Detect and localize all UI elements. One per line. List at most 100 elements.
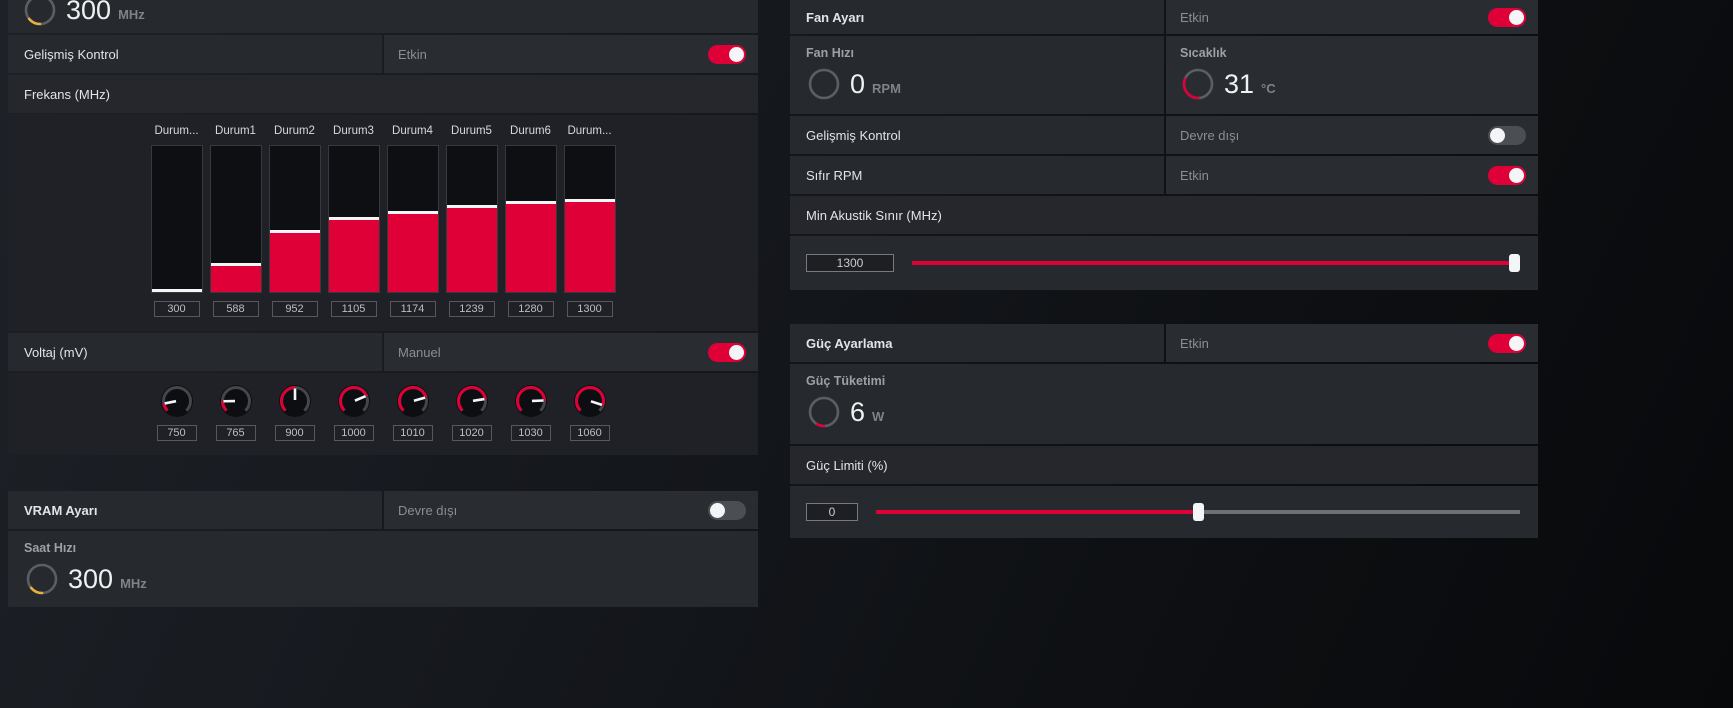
freq-bar-fill[interactable]	[210, 263, 261, 292]
voltage-knob[interactable]	[513, 383, 549, 419]
gpu-tuning-page: 300 MHz Gelişmiş Kontrol Etkin Frekans (…	[0, 0, 1733, 708]
voltage-knob[interactable]	[336, 383, 372, 419]
voltage-knob-column: 765	[210, 383, 262, 441]
power-limit-slider-handle[interactable]	[1192, 503, 1204, 521]
slider-fill	[876, 510, 1196, 514]
power-limit-value-input[interactable]: 0	[806, 503, 858, 521]
power-tuning-status: Etkin	[1180, 335, 1209, 351]
voltage-value-box[interactable]: 1010	[392, 425, 433, 441]
fan-advanced-control-status: Devre dışı	[1180, 127, 1240, 143]
clock-gauge-icon	[22, 0, 58, 28]
voltage-knob[interactable]	[218, 383, 254, 419]
freq-bar-fill[interactable]	[564, 199, 615, 292]
min-acoustic-slider-handle[interactable]	[1509, 254, 1520, 272]
fan-tuning-toggle[interactable]	[1488, 7, 1526, 27]
voltage-knobs: 750 765 900 1000 1010 1020 1030 1060	[8, 383, 758, 441]
vram-clock-label: Saat Hızı	[24, 541, 77, 555]
voltage-toggle[interactable]	[708, 342, 746, 362]
freq-value-box[interactable]: 1105	[330, 301, 377, 317]
voltage-knob[interactable]	[277, 383, 313, 419]
freq-bar[interactable]	[327, 145, 380, 293]
freq-value-box[interactable]: 300	[153, 301, 200, 317]
freq-value-box[interactable]: 1239	[448, 301, 495, 317]
min-acoustic-slider-row: 1300	[790, 236, 1538, 290]
freq-bar[interactable]	[563, 145, 616, 293]
voltage-value-box[interactable]: 1000	[333, 425, 374, 441]
top-clock-gauge: 300 MHz	[8, 0, 758, 33]
power-draw-unit: W	[872, 408, 885, 424]
voltage-value-box[interactable]: 765	[215, 425, 256, 441]
voltage-value-box[interactable]: 900	[274, 425, 315, 441]
toggle-knob	[710, 502, 725, 518]
vram-status-cell: Devre dışı	[384, 491, 758, 529]
voltage-value-box[interactable]: 1030	[510, 425, 551, 441]
voltage-value-box[interactable]: 1060	[569, 425, 610, 441]
min-acoustic-value-input[interactable]: 1300	[806, 254, 894, 272]
freq-bar[interactable]	[386, 145, 439, 293]
freq-value-box[interactable]: 1280	[507, 301, 554, 317]
zero-rpm-toggle[interactable]	[1488, 165, 1526, 185]
freq-state-name: Durum...	[567, 125, 612, 137]
freq-value-box[interactable]: 1174	[389, 301, 436, 317]
toggle-knob	[1490, 127, 1505, 143]
voltage-knob[interactable]	[395, 383, 431, 419]
freq-bar-fill[interactable]	[387, 211, 438, 292]
freq-bar[interactable]	[504, 145, 557, 293]
freq-bar[interactable]	[445, 145, 498, 293]
frequency-chart: Durum... 300 Durum1 588 Durum2 952 Durum…	[8, 115, 758, 331]
power-draw-label: Güç Tüketimi	[806, 374, 886, 388]
top-clock-value: 300	[66, 0, 112, 25]
vram-toggle[interactable]	[708, 500, 746, 520]
row-vram: VRAM Ayarı Devre dışı	[8, 491, 758, 529]
freq-bar-fill[interactable]	[151, 289, 202, 292]
gpu-advanced-control-toggle[interactable]	[708, 44, 746, 64]
toggle-knob	[729, 344, 744, 360]
temperature-value: 31	[1224, 68, 1255, 99]
freq-state-name: Durum3	[333, 125, 374, 137]
freq-value-box[interactable]: 1300	[566, 301, 613, 317]
freq-state-column: Durum1 588	[209, 125, 262, 317]
voltage-value-box[interactable]: 1020	[451, 425, 492, 441]
voltage-label-cell: Voltaj (mV)	[8, 333, 382, 371]
power-draw-gauge-icon	[806, 394, 842, 430]
voltage-knob[interactable]	[454, 383, 490, 419]
fan-advanced-control-toggle[interactable]	[1488, 125, 1526, 145]
min-acoustic-slider[interactable]	[912, 254, 1520, 272]
fan-power-column: Fan Ayarı Etkin Fan Hızı 0 RPM Sıcaklık	[790, 0, 1538, 540]
fan-speed-unit: RPM	[872, 80, 901, 96]
voltage-knob-column: 1030	[505, 383, 557, 441]
freq-bar-fill[interactable]	[269, 230, 320, 292]
freq-bar-fill[interactable]	[505, 201, 556, 292]
freq-bar[interactable]	[150, 145, 203, 293]
voltage-knob[interactable]	[159, 383, 195, 419]
freq-bar-fill[interactable]	[446, 205, 497, 292]
freq-bar[interactable]	[209, 145, 262, 293]
power-draw-value: 6	[850, 396, 866, 427]
freq-value-box[interactable]: 588	[212, 301, 259, 317]
frequency-bars: Durum... 300 Durum1 588 Durum2 952 Durum…	[8, 125, 758, 317]
voltage-knob-column: 1020	[446, 383, 498, 441]
power-draw-gauge: 6 W	[806, 394, 1522, 430]
fan-advanced-control-status-cell: Devre dışı	[1166, 116, 1538, 154]
vram-clock-gauge-icon	[24, 561, 60, 597]
voltage-knob[interactable]	[572, 383, 608, 419]
freq-bar-fill[interactable]	[328, 217, 379, 292]
freq-state-column: Durum5 1239	[445, 125, 498, 317]
voltage-knob-column: 1000	[328, 383, 380, 441]
freq-value-box[interactable]: 952	[271, 301, 318, 317]
vram-label-cell: VRAM Ayarı	[8, 491, 382, 529]
freq-state-name: Durum5	[451, 125, 492, 137]
power-limit-slider[interactable]	[876, 503, 1520, 521]
freq-bar[interactable]	[268, 145, 321, 293]
voltage-value-box[interactable]: 750	[156, 425, 197, 441]
power-draw-section: Güç Tüketimi 6 W	[790, 364, 1538, 444]
clock-gauge-strip: 300 MHz	[8, 0, 758, 33]
toggle-knob	[1509, 335, 1524, 351]
fan-advanced-control-label-cell: Gelişmiş Kontrol	[790, 116, 1164, 154]
power-tuning-toggle[interactable]	[1488, 333, 1526, 353]
row-fan-tuning: Fan Ayarı Etkin	[790, 0, 1538, 34]
power-tuning-status-cell: Etkin	[1166, 324, 1538, 362]
fan-speed-gauge-icon	[806, 66, 842, 102]
